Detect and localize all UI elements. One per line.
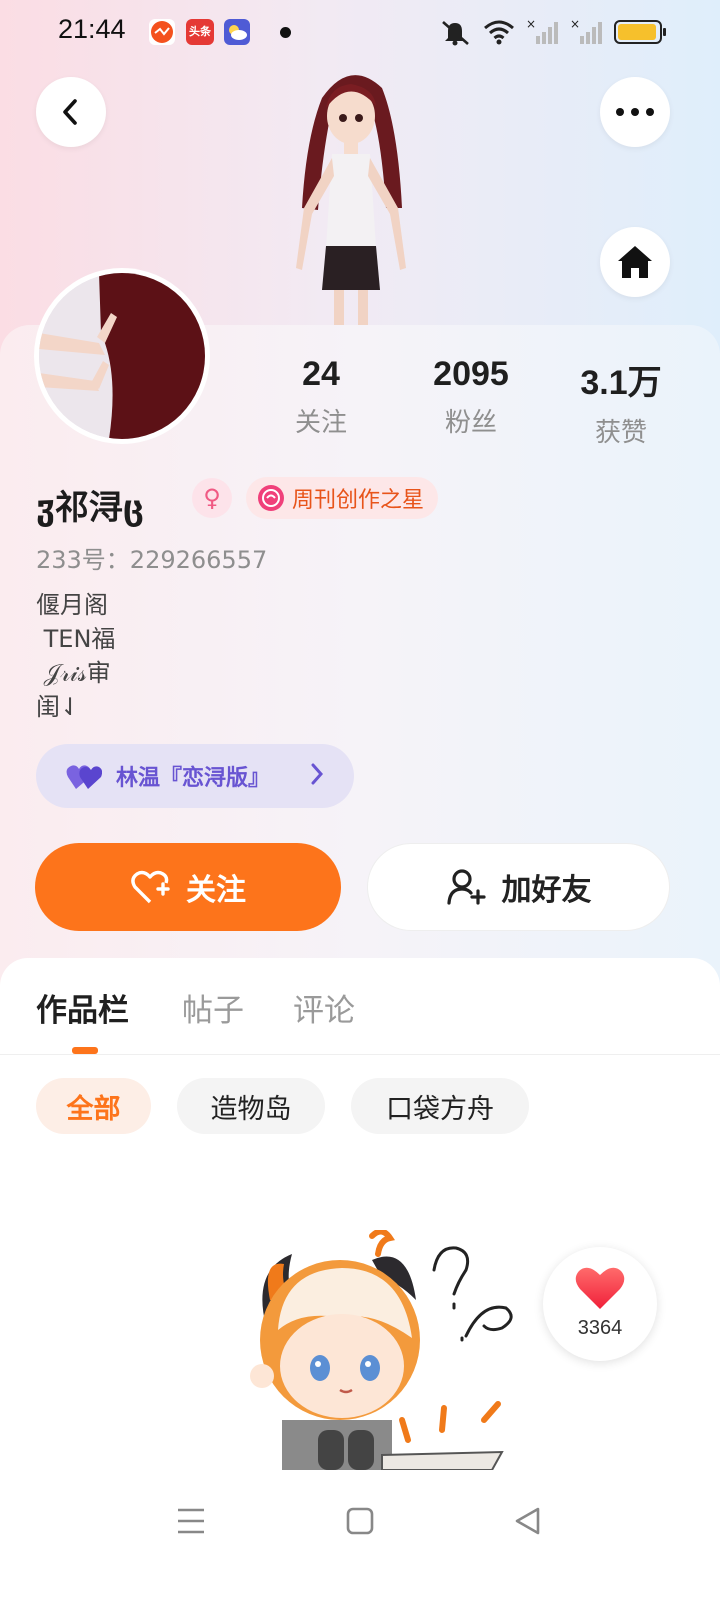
back-button[interactable] (36, 77, 106, 147)
add-user-icon (446, 869, 486, 905)
weather-app-icon (224, 19, 250, 45)
active-tab-indicator (72, 1047, 98, 1054)
heart-plus-icon (131, 870, 170, 904)
tab-comments[interactable]: 评论 (293, 985, 355, 1030)
double-heart-icon (66, 765, 102, 789)
svg-text:×: × (526, 18, 536, 31)
status-bar: 21:44 头条 × × (0, 0, 720, 64)
more-button[interactable] (600, 77, 670, 147)
menu-icon[interactable] (176, 1506, 206, 1536)
likes-label: 获赞 (594, 418, 647, 448)
like-count: 3364 (577, 1317, 623, 1339)
fans-count: 2095 (433, 355, 509, 393)
avatar-image (39, 273, 205, 439)
following-stat[interactable]: 24 关注 (256, 355, 386, 439)
fans-stat[interactable]: 2095 粉丝 (406, 355, 536, 439)
likes-count: 3.1万 (580, 364, 662, 402)
empty-state-illustration (250, 1230, 513, 1470)
signal-1-icon: × (526, 18, 558, 44)
floating-like-button[interactable]: 3364 (543, 1247, 657, 1361)
chevron-left-icon (63, 99, 77, 125)
status-time: 21:44 (58, 14, 126, 44)
fans-label: 粉丝 (444, 408, 497, 438)
following-label: 关注 (294, 408, 347, 438)
avatar[interactable] (34, 268, 210, 444)
star-badge-icon (258, 485, 284, 511)
filter-pocket-ark[interactable]: 口袋方舟 (351, 1078, 529, 1134)
user-id[interactable]: 233号：229266557 (36, 540, 267, 575)
toutiao-app-icon: 头条 (186, 19, 214, 45)
notification-dot (280, 27, 291, 38)
battery-icon (614, 20, 666, 44)
add-friend-button[interactable]: 加好友 (367, 843, 670, 931)
creator-badge[interactable]: 周刊创作之星 (246, 477, 439, 519)
wifi-icon (484, 20, 514, 45)
filter-creation-island[interactable]: 造物岛 (177, 1078, 325, 1134)
tab-posts[interactable]: 帖子 (182, 985, 244, 1030)
tab-divider (0, 1054, 720, 1055)
system-navigation-bar (0, 1470, 720, 1600)
badge-label: 周刊创作之星 (292, 488, 425, 513)
system-icons: × × (438, 16, 666, 48)
relation-pill[interactable]: 林温『恋浔版』 (36, 744, 354, 808)
likes-stat[interactable]: 3.1万 获赞 (556, 355, 686, 449)
home-square-icon[interactable] (345, 1506, 375, 1536)
signal-2-icon: × (570, 18, 602, 44)
character-model-image (296, 75, 406, 326)
mute-icon (442, 21, 469, 46)
tab-works[interactable]: 作品栏 (36, 985, 129, 1030)
following-count: 24 (302, 355, 340, 393)
relation-label: 林温『恋浔版』 (116, 766, 271, 791)
home-icon (618, 246, 652, 278)
back-triangle-icon[interactable] (513, 1506, 543, 1536)
follow-button[interactable]: 关注 (35, 843, 341, 931)
user-name: ჳ祁浔ც (36, 488, 144, 528)
female-gender-icon: ♀ (192, 478, 232, 518)
sports-app-icon (149, 19, 175, 45)
follow-label: 关注 (186, 873, 246, 908)
svg-text:×: × (570, 18, 580, 31)
home-button[interactable] (600, 227, 670, 297)
heart-icon (575, 1267, 625, 1309)
chevron-right-icon (311, 763, 324, 785)
user-bio: 偃月阁 TEN福 𝒥𝓇𝒾𝓈审 闺⇃ (36, 591, 116, 721)
add-friend-label: 加好友 (501, 873, 592, 908)
filter-all[interactable]: 全部 (36, 1078, 151, 1134)
more-dots-icon (616, 108, 654, 116)
